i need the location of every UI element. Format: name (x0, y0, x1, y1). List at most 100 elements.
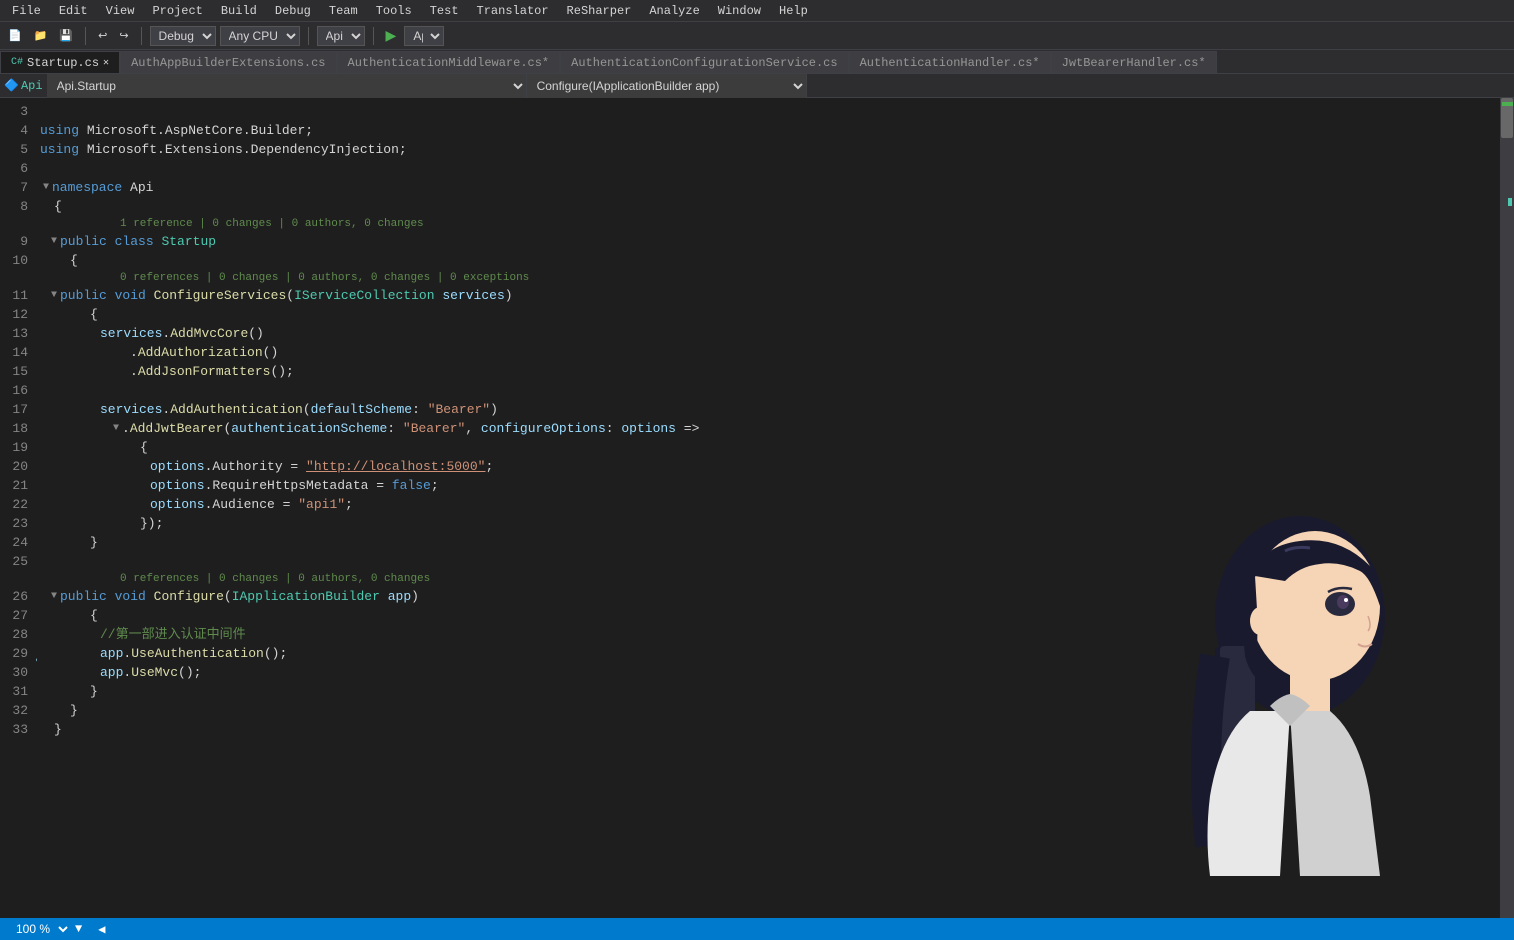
tab-startup-cs[interactable]: C# Startup.cs ✕ (0, 51, 120, 73)
str-authority: "http://localhost:5000" (306, 457, 485, 476)
ln-18: 18 (4, 419, 28, 438)
colon2-18: : (606, 419, 622, 438)
code-area[interactable]: using Microsoft.AspNetCore.Builder; usin… (36, 98, 1500, 918)
line-numbers: 3 4 5 6 7 8 9 10 11 12 13 14 15 16 17 18… (0, 98, 36, 918)
member-dropdown[interactable]: Configure(IApplicationBuilder app) (527, 74, 807, 98)
menu-build[interactable]: Build (213, 2, 265, 20)
menu-help[interactable]: Help (771, 2, 816, 20)
tab-label-jwtbearerhandler: JwtBearerHandler.cs* (1062, 56, 1206, 70)
tab-label-startup: Startup.cs (27, 56, 99, 70)
toolbar-sep2 (141, 27, 142, 45)
var-options-22: options (150, 495, 205, 514)
paren-14: () (263, 343, 279, 362)
tab-icon-startup: C# (11, 57, 23, 68)
run-dropdown[interactable]: Api (404, 26, 444, 46)
var-services-17: services (100, 400, 162, 419)
tab-jwtbearerhandler[interactable]: JwtBearerHandler.cs* (1051, 51, 1217, 73)
namespace-dropdown[interactable]: Api.Startup (47, 74, 527, 98)
cparen-17: ) (490, 400, 498, 419)
toolbar-start[interactable]: ▶ (382, 25, 401, 46)
editor-container: 3 4 5 6 7 8 9 10 11 12 13 14 15 16 17 18… (0, 98, 1500, 918)
tabs-row: C# Startup.cs ✕ AuthAppBuilderExtensions… (0, 50, 1514, 74)
fold-26[interactable]: ▼ (48, 587, 60, 606)
menu-analyze[interactable]: Analyze (641, 2, 707, 20)
ln-22: 22 (4, 495, 28, 514)
code-line-30: app . UseMvc (); (40, 663, 1500, 682)
toolbar-redo[interactable]: ↪ (115, 27, 132, 44)
code-line-29: app . UseAuthentication (); 🔧 (40, 644, 1500, 663)
zoom-select[interactable]: 100 % 75 % 125 % (8, 919, 71, 939)
tab-authmiddleware[interactable]: AuthenticationMiddleware.cs* (337, 51, 561, 73)
scroll-indicator-green (1502, 102, 1513, 106)
debug-config-dropdown[interactable]: Debug (150, 26, 216, 46)
param-configureopts: configureOptions (481, 419, 606, 438)
ln-12: 12 (4, 305, 28, 324)
menu-tools[interactable]: Tools (368, 2, 420, 20)
param-options-18: options (621, 419, 676, 438)
hint-icon-29[interactable]: 🔧 (36, 646, 38, 665)
ln-10: 10 (4, 251, 28, 270)
dot-22: .Audience = (205, 495, 299, 514)
paren-29: (); (264, 644, 287, 663)
space-9 (107, 232, 115, 251)
code-line-9: ▼ public class Startup (40, 232, 1500, 251)
var-options-20: options (150, 457, 205, 476)
str-bearer-17: "Bearer" (428, 400, 490, 419)
method-configure: Configure (154, 587, 224, 606)
method-addmvccore: AddMvcCore (170, 324, 248, 343)
vertical-scrollbar[interactable] (1500, 98, 1514, 918)
menu-team[interactable]: Team (321, 2, 366, 20)
menu-debug[interactable]: Debug (267, 2, 319, 20)
colon-17: : (412, 400, 428, 419)
kw-void-26: void (115, 587, 146, 606)
method-configureservices: ConfigureServices (154, 286, 287, 305)
menu-resharper[interactable]: ReSharper (559, 2, 640, 20)
code-line-18: ▼ . AddJwtBearer ( authenticationScheme … (40, 419, 1500, 438)
menu-translator[interactable]: Translator (469, 2, 557, 20)
menu-view[interactable]: View (98, 2, 143, 20)
fold-9[interactable]: ▼ (48, 232, 60, 251)
nav-icon-api: 🔷 (4, 78, 19, 93)
tab-authconfigservice[interactable]: AuthenticationConfigurationService.cs (560, 51, 848, 73)
var-app-29: app (100, 644, 123, 663)
kw-public-9: public (60, 232, 107, 251)
dot-18: . (122, 419, 130, 438)
fold-11[interactable]: ▼ (48, 286, 60, 305)
menu-test[interactable]: Test (422, 2, 467, 20)
colon1-18: : (387, 419, 403, 438)
code-line-27: { (40, 606, 1500, 625)
ln-26: 26 (4, 587, 28, 606)
tab-authhandler[interactable]: AuthenticationHandler.cs* (849, 51, 1051, 73)
kw-void-11: void (115, 286, 146, 305)
startup-project-dropdown[interactable]: Api (317, 26, 365, 46)
zoom-control[interactable]: 100 % 75 % 125 % ▼ (8, 919, 82, 939)
code-line-26: ▼ public void Configure ( IApplicationBu… (40, 587, 1500, 606)
meta-configureservices: 0 references | 0 changes | 0 authors, 0 … (40, 270, 1500, 286)
code-line-7: ▼ namespace Api (40, 178, 1500, 197)
code-line-22: options .Audience = "api1" ; (40, 495, 1500, 514)
menu-window[interactable]: Window (710, 2, 769, 20)
kw-class-9: class (115, 232, 154, 251)
platform-dropdown[interactable]: Any CPU (220, 26, 300, 46)
kw-using-4: using (40, 121, 79, 140)
method-useauth: UseAuthentication (131, 644, 264, 663)
sp3-11 (435, 286, 443, 305)
nav-bar: 🔷 Api Api.Startup Configure(IApplication… (0, 74, 1514, 98)
scroll-left-btn[interactable]: ◀ (98, 922, 105, 937)
toolbar-new-project[interactable]: 📄 (4, 27, 26, 44)
toolbar-undo[interactable]: ↩ (94, 27, 111, 44)
tab-close-startup[interactable]: ✕ (103, 57, 109, 69)
param-defaultscheme: defaultScheme (311, 400, 412, 419)
fold-18[interactable]: ▼ (110, 419, 122, 438)
menu-project[interactable]: Project (144, 2, 210, 20)
toolbar-save[interactable]: 💾 (55, 27, 77, 44)
tab-authappbuilder[interactable]: AuthAppBuilderExtensions.cs (120, 51, 336, 73)
menu-file[interactable]: File (4, 2, 49, 20)
code-line-20: options .Authority = "http://localhost:5… (40, 457, 1500, 476)
ln-14: 14 (4, 343, 28, 362)
toolbar-open[interactable]: 📁 (30, 27, 52, 44)
fold-7[interactable]: ▼ (40, 178, 52, 197)
menu-edit[interactable]: Edit (51, 2, 96, 20)
kw-public-26: public (60, 587, 107, 606)
kw-public-11: public (60, 286, 107, 305)
